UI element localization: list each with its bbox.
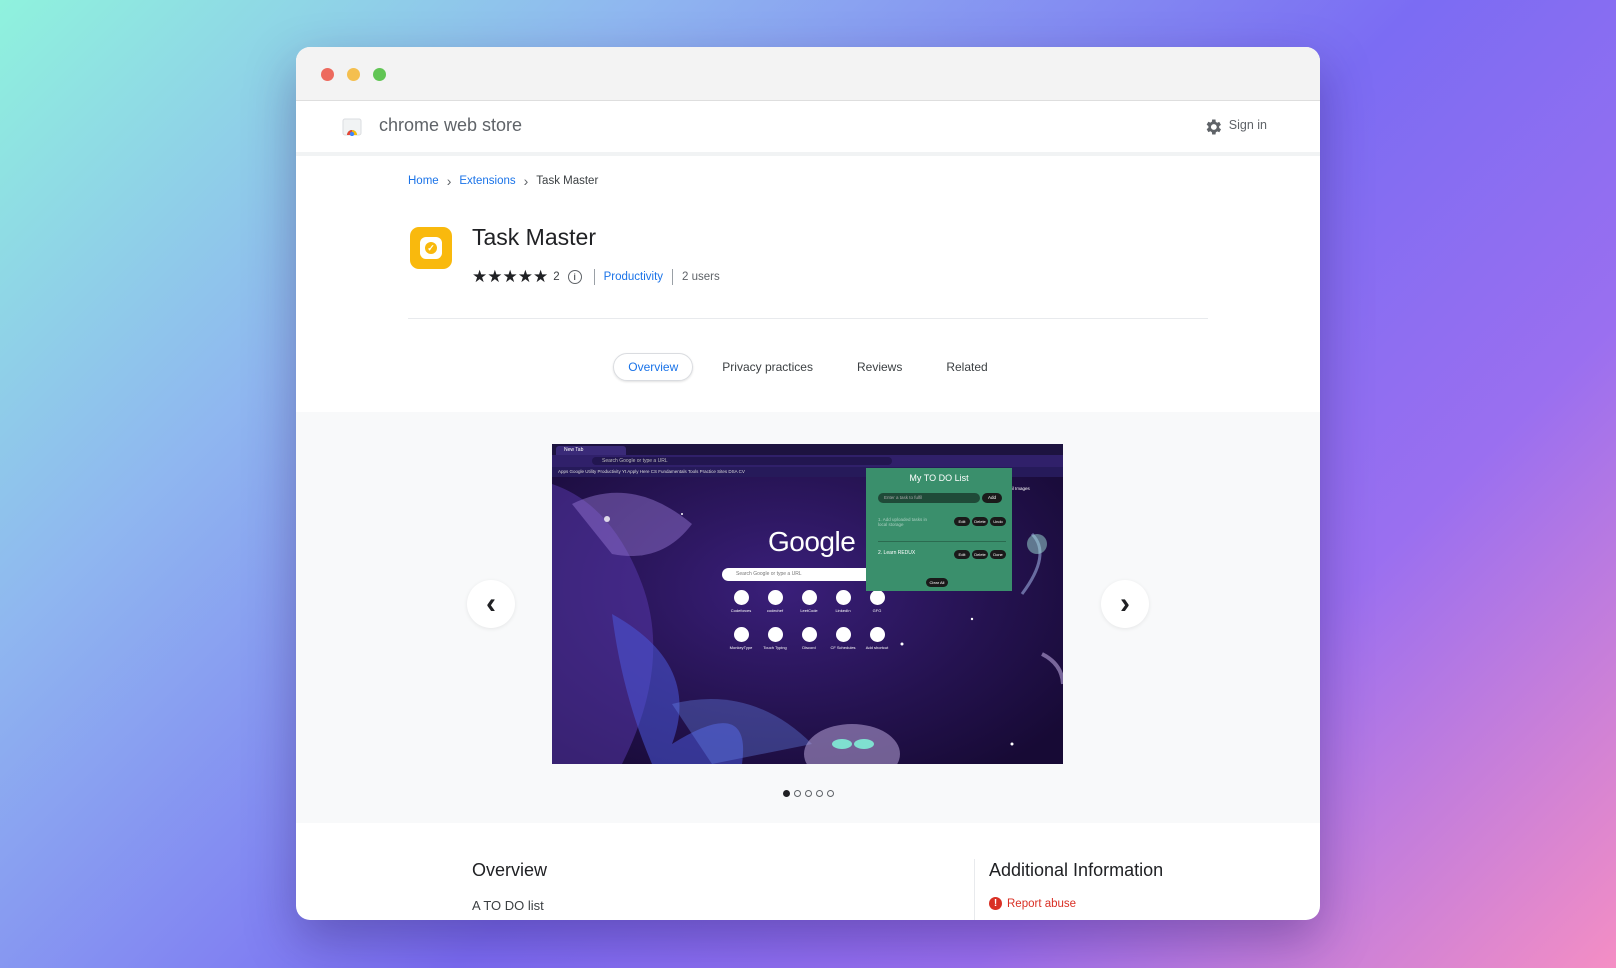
inner-shortcut: Discord	[792, 627, 826, 650]
todo-item: 1. Add uploaded tasks in local storage E…	[878, 517, 1006, 528]
todo-delete-button: Delete	[972, 517, 988, 526]
inner-shortcut-label: MonkeyType	[729, 645, 753, 650]
inner-shortcut: LeetCode	[792, 590, 826, 613]
browser-window: chrome web store Sign in Home › Extensio…	[296, 47, 1320, 920]
inner-shortcut-label: CF Schedules	[830, 645, 856, 650]
user-count: 2 users	[682, 271, 720, 283]
inner-address-bar: Search Google or type a URL	[552, 455, 1063, 467]
screenshot-gallery: ‹ New Tab Search Google or type a URL Ap…	[296, 412, 1320, 823]
todo-input: Enter a task to fulfil	[878, 493, 980, 503]
separator	[672, 269, 674, 285]
inner-shortcut: codechef	[758, 590, 792, 613]
overview-description: A TO DO list	[472, 898, 544, 913]
todo-item-text: 1. Add uploaded tasks in local storage	[878, 517, 928, 527]
info-icon[interactable]: i	[567, 270, 582, 284]
slide-dot-1[interactable]	[782, 790, 790, 797]
separator	[593, 269, 595, 285]
close-window-button[interactable]	[321, 68, 334, 81]
inner-shortcut-label: LeetCode	[800, 608, 818, 613]
extension-screenshot: New Tab Search Google or type a URL Apps…	[552, 444, 1063, 764]
inner-shortcut-label: Codeforces	[730, 608, 752, 613]
tab-bar: Overview Privacy practices Reviews Relat…	[296, 353, 1320, 381]
window-titlebar	[296, 47, 1320, 101]
chevron-left-icon: ‹	[486, 587, 496, 620]
chevron-right-icon: ›	[446, 173, 452, 189]
inner-tab: New Tab	[556, 446, 626, 455]
store-title[interactable]: chrome web store	[379, 115, 522, 136]
todo-item-text: 2. Learn REDUX	[878, 550, 916, 556]
extension-meta: ★★★★★ 2 i Productivity 2 users	[472, 267, 720, 286]
inner-shortcut: Add shortcut	[860, 627, 894, 650]
todo-divider	[878, 541, 1006, 542]
breadcrumb-home[interactable]: Home	[408, 175, 439, 187]
inner-shortcut-label: LinkedIn	[835, 608, 851, 613]
next-slide-button[interactable]: ›	[1101, 580, 1149, 628]
breadcrumb: Home › Extensions › Task Master	[408, 173, 599, 189]
inner-shortcut: CF Schedules	[826, 627, 860, 650]
inner-shortcut-label: Add shortcut	[865, 645, 889, 650]
inner-shortcut: LinkedIn	[826, 590, 860, 613]
todo-edit-button: Edit	[954, 517, 970, 526]
gear-icon[interactable]	[1203, 117, 1223, 137]
inner-shortcut: Codeforces	[724, 590, 758, 613]
breadcrumb-extensions[interactable]: Extensions	[459, 175, 515, 187]
inner-shortcut: Touch Typing	[758, 627, 792, 650]
todo-done-button: Done	[990, 550, 1006, 559]
inner-shortcut-label: GFG	[872, 608, 882, 613]
overview-heading: Overview	[472, 860, 548, 880]
todo-edit-button: Edit	[954, 550, 970, 559]
chevron-right-icon: ›	[523, 173, 529, 189]
tab-privacy-practices[interactable]: Privacy practices	[707, 353, 828, 381]
slide-dot-5[interactable]	[826, 790, 834, 797]
breadcrumb-current: Task Master	[536, 175, 599, 187]
maximize-window-button[interactable]	[373, 68, 386, 81]
minimize-window-button[interactable]	[347, 68, 360, 81]
chrome-web-store-logo-icon[interactable]	[342, 116, 362, 136]
todo-clear-button: Clear All	[926, 578, 948, 587]
inner-address-field: Search Google or type a URL	[592, 457, 892, 465]
todo-popup: My TO DO List Enter a task to fulfil Add…	[866, 468, 1012, 591]
category-link[interactable]: Productivity	[604, 271, 663, 283]
chevron-right-icon: ›	[1120, 587, 1130, 620]
slide-indicator	[296, 790, 1320, 797]
tab-reviews[interactable]: Reviews	[842, 353, 917, 381]
inner-shortcut: GFG	[860, 590, 894, 613]
rating-stars-icon: ★★★★★	[472, 267, 549, 286]
todo-undo-button: Undo	[990, 517, 1006, 526]
inner-google-logo: Google	[768, 526, 856, 557]
inner-shortcuts: Codeforces codechef LeetCode LinkedIn GF…	[724, 590, 894, 650]
report-abuse-label: Report abuse	[1007, 897, 1077, 910]
divider	[408, 318, 1208, 319]
column-divider	[974, 859, 975, 920]
slide-dot-4[interactable]	[815, 790, 823, 797]
inner-tab-bar: New Tab	[552, 444, 1063, 455]
store-header: chrome web store Sign in	[296, 101, 1320, 156]
report-abuse-link[interactable]: ! Report abuse	[989, 897, 1076, 910]
extension-title: Task Master	[472, 224, 596, 250]
tab-overview[interactable]: Overview	[613, 353, 694, 381]
alert-icon: !	[989, 897, 1002, 910]
inner-shortcut-label: Discord	[802, 645, 816, 650]
tab-related[interactable]: Related	[931, 353, 1002, 381]
todo-delete-button: Delete	[972, 550, 988, 559]
inner-shortcut: MonkeyType	[724, 627, 758, 650]
inner-shortcut-label: codechef	[766, 608, 784, 613]
additional-info-heading: Additional Information	[989, 860, 1164, 880]
sign-in-link[interactable]: Sign in	[1229, 118, 1267, 132]
todo-item: 2. Learn REDUX Edit Delete Done	[878, 550, 1006, 559]
rating-count[interactable]: 2	[553, 271, 559, 283]
previous-slide-button[interactable]: ‹	[467, 580, 515, 628]
slide-dot-2[interactable]	[793, 790, 801, 797]
todo-popup-title: My TO DO List	[909, 473, 969, 483]
extension-logo-icon: ✓	[410, 227, 452, 269]
slide-dot-3[interactable]	[804, 790, 812, 797]
inner-shortcut-label: Touch Typing	[763, 645, 787, 650]
todo-add-button: Add	[982, 493, 1002, 503]
